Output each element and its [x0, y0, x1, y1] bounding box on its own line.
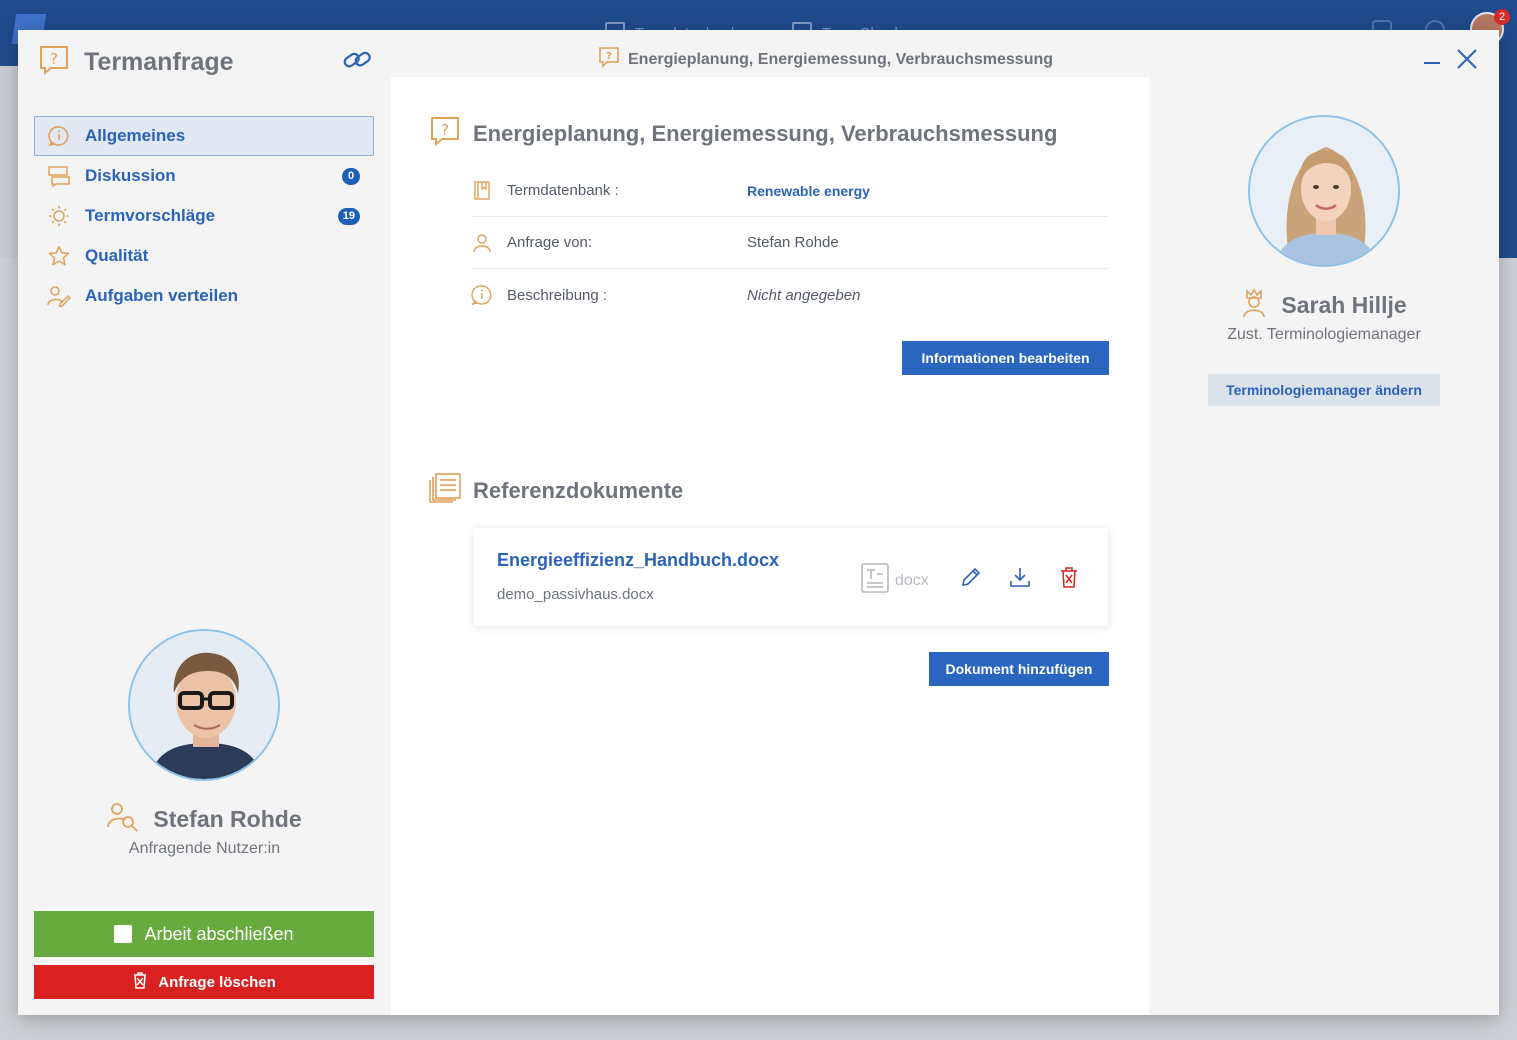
sidebar-item-termvorschlaege[interactable]: Termvorschläge 19 — [34, 196, 374, 236]
assign-user-icon — [47, 284, 71, 308]
minimize-button[interactable] — [1424, 62, 1440, 64]
close-icon[interactable] — [1456, 48, 1478, 75]
svg-text:?: ? — [441, 121, 449, 139]
sidebar-item-diskussion[interactable]: Diskussion 0 — [34, 156, 374, 196]
modal-header-title: ? Energieplanung, Energiemessung, Verbra… — [598, 46, 1053, 73]
question-bubble-icon: ? — [429, 115, 461, 152]
info-bubble-icon — [47, 124, 71, 148]
question-bubble-icon: ? — [598, 46, 620, 73]
requester-name: Stefan Rohde — [153, 806, 302, 832]
document-type: docx — [861, 563, 929, 598]
sidebar-item-allgemeines[interactable]: Allgemeines — [34, 116, 374, 156]
trash-icon[interactable] — [1057, 565, 1081, 589]
term-request-modal: ? Termanfrage Allgemeines Diskussion 0 T… — [18, 30, 1499, 1015]
main-card: ? Energieplanung, Energiemessung, Verbra… — [391, 77, 1149, 1015]
edit-document-pencil-icon[interactable] — [959, 565, 983, 589]
book-icon — [471, 180, 493, 201]
document-name-link[interactable]: Energieeffizienz_Handbuch.docx — [497, 550, 779, 571]
sidebar-item-qualitaet[interactable]: Qualität — [34, 236, 374, 276]
requester-value: Stefan Rohde — [747, 234, 839, 251]
discussion-count-badge: 0 — [342, 168, 360, 185]
reference-docs-title-row: Referenzdokumente — [429, 473, 683, 508]
change-manager-button[interactable]: Terminologiemanager ändern — [1208, 374, 1440, 406]
document-card: Energieeffizienz_Handbuch.docx demo_pass… — [474, 528, 1108, 626]
request-title: Energieplanung, Energiemessung, Verbrauc… — [473, 120, 1058, 146]
search-user-icon — [107, 802, 139, 837]
sidebar-header: ? Termanfrage — [38, 44, 234, 81]
link-icon[interactable] — [341, 46, 373, 79]
finish-work-button[interactable]: Arbeit abschließen — [34, 911, 374, 957]
sidebar-title: Termanfrage — [84, 48, 234, 76]
trash-icon — [132, 971, 148, 993]
background-band — [1499, 66, 1517, 258]
edit-info-button[interactable]: Informationen bearbeiten — [902, 341, 1109, 375]
assignee-name: Sarah Hillje — [1281, 292, 1407, 318]
info-bubble-icon — [471, 284, 493, 306]
documents-icon — [429, 473, 461, 508]
assignee-avatar — [1248, 115, 1400, 267]
info-row-termdatenbank: Termdatenbank : Renewable energy — [471, 165, 1108, 217]
request-info-list: Termdatenbank : Renewable energy Anfrage… — [471, 165, 1108, 321]
sidebar-nav: Allgemeines Diskussion 0 Termvorschläge … — [34, 116, 374, 316]
request-title-row: ? Energieplanung, Energiemessung, Verbra… — [429, 115, 1057, 152]
star-icon — [47, 244, 71, 268]
term-suggestions-count-badge: 19 — [337, 208, 360, 225]
info-row-beschreibung: Beschreibung : Nicht angegeben — [471, 269, 1108, 321]
info-row-anfrage-von: Anfrage von: Stefan Rohde — [471, 217, 1108, 269]
user-icon — [471, 233, 493, 253]
description-value: Nicht angegeben — [747, 286, 861, 304]
sidebar-item-aufgaben-verteilen[interactable]: Aufgaben verteilen — [34, 276, 374, 316]
requester-role: Anfragende Nutzer:in — [128, 840, 281, 857]
reference-docs-title: Referenzdokumente — [473, 477, 684, 503]
requester-name-row: Stefan Rohde — [18, 802, 391, 837]
document-filename: demo_passivhaus.docx — [497, 586, 654, 603]
lightbulb-icon — [47, 204, 71, 228]
notification-badge: 2 — [1494, 9, 1510, 25]
text-document-icon — [861, 563, 889, 598]
svg-text:?: ? — [606, 51, 612, 62]
question-bubble-icon: ? — [38, 44, 70, 81]
svg-text:?: ? — [50, 50, 58, 68]
requester-avatar — [128, 629, 280, 781]
assignee-name-row: Sarah Hillje — [1149, 288, 1499, 323]
assignee-role: Zust. Terminologiemanager — [1227, 326, 1421, 343]
chat-icon — [47, 164, 71, 188]
delete-request-button[interactable]: Anfrage löschen — [34, 965, 374, 999]
termdatenbank-link[interactable]: Renewable energy — [747, 183, 870, 199]
manager-crown-user-icon — [1241, 288, 1267, 323]
download-icon[interactable] — [1008, 565, 1032, 589]
left-panel: ? Termanfrage Allgemeines Diskussion 0 T… — [18, 30, 391, 1015]
checkbox-icon — [114, 925, 133, 943]
add-document-button[interactable]: Dokument hinzufügen — [929, 652, 1109, 686]
